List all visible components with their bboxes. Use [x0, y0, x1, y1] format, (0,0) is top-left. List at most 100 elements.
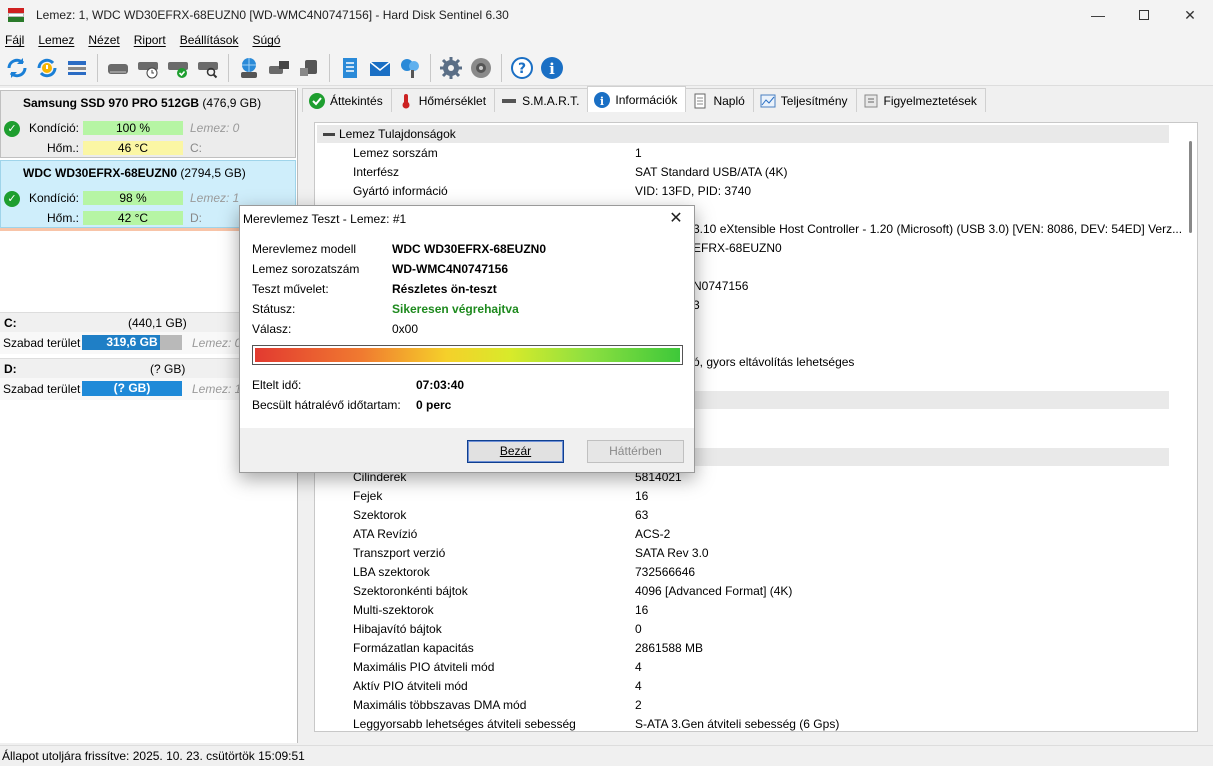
- minimize-button[interactable]: —: [1075, 0, 1121, 30]
- property-key: LBA szektorok: [353, 565, 430, 579]
- menu-view[interactable]: Nézet: [83, 33, 124, 47]
- menu-disk[interactable]: Lemez: [33, 33, 79, 47]
- maximize-button[interactable]: [1121, 0, 1167, 30]
- check-circle-icon: [309, 92, 325, 109]
- menu-report[interactable]: Riport: [129, 33, 171, 47]
- answer-label: Válasz:: [252, 322, 292, 336]
- close-button[interactable]: Bezár: [467, 440, 564, 463]
- temp-bar: 46 °C: [83, 141, 183, 155]
- refresh-icon[interactable]: [4, 55, 30, 81]
- vertical-scrollbar[interactable]: [1186, 123, 1196, 731]
- temp-label: Hőm.:: [46, 141, 79, 155]
- volume-name: D:: [4, 362, 17, 376]
- property-row: Gyártó információ VID: 13FD, PID: 3740: [315, 182, 1171, 201]
- gear-icon[interactable]: [438, 55, 464, 81]
- condition-label: Kondíció:: [28, 121, 79, 135]
- property-key: ATA Revízió: [353, 527, 418, 541]
- property-key: Interfész: [353, 165, 400, 179]
- section-title: Lemez Tulajdonságok: [339, 127, 456, 141]
- status-label: Státusz:: [252, 302, 296, 316]
- disk-usb-icon[interactable]: [296, 55, 322, 81]
- test-progress-bar: [252, 345, 683, 365]
- operation-value: Részletes ön-teszt: [392, 282, 497, 296]
- speaker-icon[interactable]: [468, 55, 494, 81]
- property-value: 1: [635, 146, 642, 160]
- close-icon[interactable]: ✕: [666, 209, 686, 229]
- serial-label: Lemez sorozatszám: [252, 262, 360, 276]
- dialog-title-bar[interactable]: Merevlemez Teszt - Lemez: #1 ✕: [240, 206, 694, 232]
- status-value: Sikeresen végrehajtva: [392, 302, 519, 316]
- disk-clock-icon[interactable]: [135, 55, 161, 81]
- property-row: Szektorok 63: [315, 506, 1171, 525]
- volume-size: (? GB): [150, 362, 186, 376]
- property-value: 4096 [Advanced Format] (4K): [635, 584, 793, 598]
- disk-list-icon[interactable]: [64, 55, 90, 81]
- close-button-label: Bezár: [499, 444, 532, 458]
- property-value: 2861588 MB: [635, 641, 704, 655]
- property-key: Gyártó információ: [353, 184, 448, 198]
- property-row: Szektoronkénti bájtok 4096 [Advanced Form…: [315, 582, 1171, 601]
- temp-label: Hőm.:: [46, 211, 79, 225]
- scrollbar-thumb[interactable]: [1189, 141, 1192, 233]
- tab-temperature[interactable]: Hőmérséklet: [390, 88, 496, 112]
- disk-icon[interactable]: [105, 55, 131, 81]
- dialog-title: Merevlemez Teszt - Lemez: #1: [243, 212, 407, 226]
- disk-test-dialog: Merevlemez Teszt - Lemez: #1 ✕ Merevleme…: [239, 205, 695, 473]
- property-value: 63: [635, 508, 649, 522]
- cloud-icon[interactable]: [397, 55, 423, 81]
- property-row: Leggyorsabb lehetséges átviteli sebesség…: [315, 715, 1171, 734]
- model-label: Merevlemez modell: [252, 242, 357, 256]
- network-disk-icon[interactable]: [236, 55, 262, 81]
- close-window-button[interactable]: ✕: [1167, 0, 1213, 30]
- email-icon[interactable]: [367, 55, 393, 81]
- property-value: 4: [635, 660, 642, 674]
- property-row: Maximális többszavas DMA mód 2: [315, 696, 1171, 715]
- tab-log[interactable]: Napló: [685, 88, 754, 112]
- operation-label: Teszt művelet:: [252, 282, 329, 296]
- section-header[interactable]: Lemez Tulajdonságok: [317, 125, 1169, 143]
- disk-card[interactable]: Samsung SSD 970 PRO 512GB (476,9 GB) ✓ K…: [0, 90, 296, 158]
- tab-overview[interactable]: Áttekintés: [302, 88, 392, 112]
- check-circle-icon: ✓: [4, 121, 20, 137]
- property-value: 0: [635, 622, 642, 636]
- background-button[interactable]: Háttérben: [587, 440, 684, 463]
- help-icon[interactable]: ?: [509, 55, 535, 81]
- property-row: LBA szektorok 732566646: [315, 563, 1171, 582]
- document-icon: [692, 93, 708, 109]
- disk-name: WDC WD30EFRX-68EUZN0 (2794,5 GB): [23, 166, 246, 180]
- svg-text:i: i: [600, 95, 604, 108]
- disk-search-icon[interactable]: [195, 55, 221, 81]
- report-icon[interactable]: [337, 55, 363, 81]
- elapsed-value: 07:03:40: [416, 378, 465, 392]
- disk-name: Samsung SSD 970 PRO 512GB (476,9 GB): [23, 96, 262, 110]
- tab-performance[interactable]: Teljesítmény: [752, 88, 857, 112]
- tab-smart[interactable]: S.M.A.R.T.: [494, 88, 589, 112]
- refresh-warning-icon[interactable]: [34, 55, 60, 81]
- property-row: Fejek 16: [315, 487, 1171, 506]
- info-icon[interactable]: i: [539, 55, 565, 81]
- property-key: Maximális PIO átviteli mód: [353, 660, 495, 674]
- property-value: N0747156: [693, 279, 749, 293]
- property-key: Aktív PIO átviteli mód: [353, 679, 468, 693]
- tab-information[interactable]: i Információk: [587, 86, 687, 112]
- disk-check-icon[interactable]: [165, 55, 191, 81]
- progress-fill: [255, 348, 680, 362]
- property-key: Maximális többszavas DMA mód: [353, 698, 527, 712]
- window-title: Lemez: 1, WDC WD30EFRX-68EUZN0 [WD-WMC4N…: [36, 8, 509, 22]
- disk-tool-icon[interactable]: [266, 55, 292, 81]
- menu-settings[interactable]: Beállítások: [175, 33, 244, 47]
- menu-help[interactable]: Súgó: [247, 33, 285, 47]
- status-bar: Állapot utoljára frissítve: 2025. 10. 23…: [0, 745, 1213, 765]
- tab-label: S.M.A.R.T.: [522, 93, 580, 108]
- property-row: Aktív PIO átviteli mód 4: [315, 677, 1171, 696]
- tab-alerts[interactable]: Figyelmeztetések: [855, 88, 986, 112]
- property-row: Maximális PIO átviteli mód 4: [315, 658, 1171, 677]
- toolbar: ? i: [0, 50, 1213, 86]
- property-row: Hibajavító bájtok 0: [315, 620, 1171, 639]
- info-icon: i: [594, 91, 611, 108]
- warning-icon: [863, 93, 879, 109]
- svg-text:?: ?: [518, 61, 526, 77]
- menu-file[interactable]: Fájl: [0, 33, 29, 47]
- serial-value: WD-WMC4N0747156: [392, 262, 509, 276]
- property-value: SAT Standard USB/ATA (4K): [635, 165, 788, 179]
